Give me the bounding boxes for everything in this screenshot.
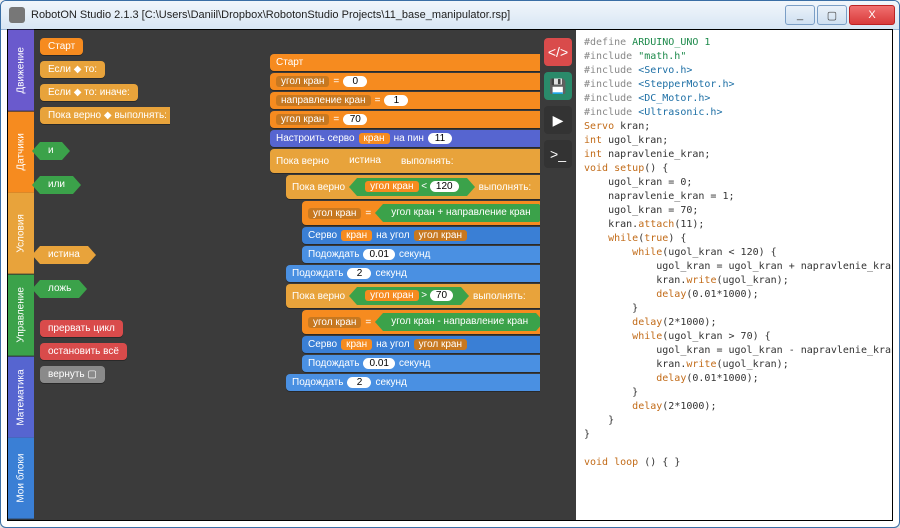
servo-write-block: Сервокранна уголугол кран — [302, 227, 540, 244]
category-myblocks[interactable]: Мои блоки — [8, 438, 34, 520]
palette-false-bool[interactable]: ложь — [40, 280, 79, 298]
save-button[interactable]: 💾 — [544, 72, 572, 100]
minimize-button[interactable]: _ — [785, 5, 815, 25]
category-rail: Движение Датчики Условия Управление Мате… — [8, 30, 34, 520]
category-sensors[interactable]: Датчики — [8, 112, 34, 194]
servo-write-block: Сервокранна уголугол кран — [302, 336, 540, 353]
close-button[interactable]: X — [849, 5, 895, 25]
palette-break-block[interactable]: прервать цикл — [40, 320, 123, 337]
start-block: Старт — [270, 54, 540, 71]
palette-return-block[interactable]: вернуть ▢ — [40, 366, 105, 383]
category-motion[interactable]: Движение — [8, 30, 34, 112]
set-var-block: угол кран=0 — [270, 73, 540, 90]
category-math[interactable]: Математика — [8, 357, 34, 439]
run-button[interactable]: ▶ — [544, 106, 572, 134]
client-area: Движение Датчики Условия Управление Мате… — [7, 29, 893, 521]
terminal-button[interactable]: >_ — [544, 140, 572, 168]
category-control[interactable]: Управление — [8, 275, 34, 357]
set-var-block: угол кран=70 — [270, 111, 540, 128]
window-title: RobotON Studio 2.1.3 [C:\Users\Daniil\Dr… — [31, 9, 785, 21]
palette-or-op[interactable]: или — [40, 176, 73, 194]
while-gt-block: Пока верноугол кран > 70выполнять: — [286, 284, 540, 308]
block-palette: Старт Если ◆ то: Если ◆ то: иначе: Пока … — [34, 30, 170, 520]
palette-stop-all-block[interactable]: остановить всё — [40, 343, 127, 360]
maximize-button[interactable]: ▢ — [817, 5, 847, 25]
assign-sub-block: угол кран=угол кран - направление кран — [302, 310, 540, 334]
palette-true-bool[interactable]: истина — [40, 246, 88, 264]
wait-block: Подождать0.01секунд — [302, 246, 540, 263]
block-canvas[interactable]: Старт угол кран=0 направление кран=1 уго… — [170, 30, 540, 520]
category-conditions[interactable]: Условия — [8, 193, 34, 275]
code-pane[interactable]: #define ARDUINO_UNO 1 #include "math.h" … — [576, 30, 892, 520]
palette-if-block[interactable]: Если ◆ то: — [40, 61, 105, 78]
main-script-stack[interactable]: Старт угол кран=0 направление кран=1 уго… — [270, 54, 540, 393]
wait-block: Подождать0.01секунд — [302, 355, 540, 372]
palette-and-op[interactable]: и — [40, 142, 62, 160]
app-window: RobotON Studio 2.1.3 [C:\Users\Daniil\Dr… — [0, 0, 900, 528]
tool-rail: </> 💾 ▶ >_ — [540, 30, 576, 520]
set-var-block: направление кран=1 — [270, 92, 540, 109]
palette-if-else-block[interactable]: Если ◆ то: иначе: — [40, 84, 138, 101]
assign-add-block: угол кран=угол кран + направление кран — [302, 201, 540, 225]
wait-block: Подождать2секунд — [286, 265, 540, 282]
wait-block: Подождать2секунд — [286, 374, 540, 391]
code-view-button[interactable]: </> — [544, 38, 572, 66]
palette-start-block[interactable]: Старт — [40, 38, 83, 55]
palette-while-block[interactable]: Пока верно ◆ выполнять: — [40, 107, 175, 124]
while-lt-block: Пока верноугол кран < 120выполнять: — [286, 175, 540, 199]
title-bar[interactable]: RobotON Studio 2.1.3 [C:\Users\Daniil\Dr… — [1, 1, 899, 30]
servo-setup-block: Настроить сервокранна пин11 — [270, 130, 540, 147]
app-icon — [9, 7, 25, 23]
forever-loop-block: Пока верноистинавыполнять: — [270, 149, 540, 173]
